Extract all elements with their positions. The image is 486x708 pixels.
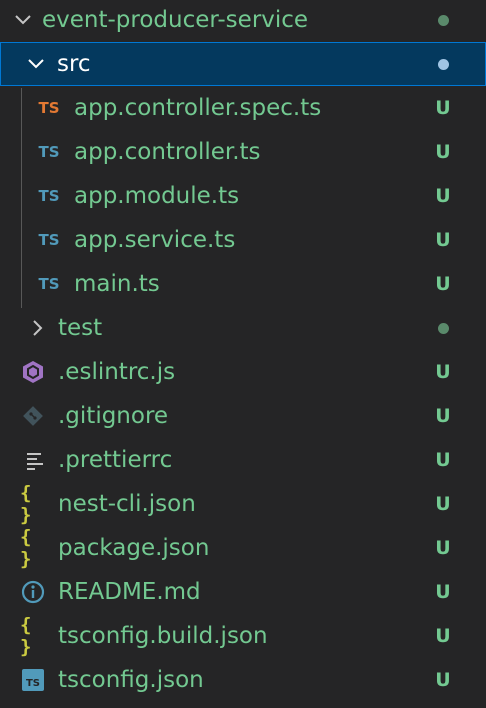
untracked-status: U bbox=[435, 581, 451, 603]
file-row[interactable]: .prettierrc U bbox=[0, 438, 486, 482]
file-row[interactable]: TS app.module.ts U bbox=[0, 174, 486, 218]
file-label: app.controller.ts bbox=[74, 139, 261, 165]
git-icon bbox=[20, 403, 46, 429]
json-braces-icon: { } bbox=[20, 526, 32, 570]
file-label: app.module.ts bbox=[74, 183, 240, 209]
folder-label-root: event-producer-service bbox=[42, 7, 309, 33]
file-label: main.ts bbox=[74, 271, 160, 297]
file-row[interactable]: { } package.json U bbox=[0, 526, 486, 570]
untracked-status: U bbox=[435, 229, 451, 251]
typescript-icon: TS bbox=[38, 275, 60, 293]
json-braces-icon: { } bbox=[20, 482, 32, 526]
modified-dot bbox=[438, 323, 449, 334]
untracked-status: U bbox=[435, 493, 451, 515]
typescript-icon: TS bbox=[38, 187, 60, 205]
file-label: .gitignore bbox=[58, 403, 169, 429]
file-label: tsconfig.build.json bbox=[58, 623, 268, 649]
file-label: .eslintrc.js bbox=[58, 359, 176, 385]
file-label: app.service.ts bbox=[74, 227, 236, 253]
file-row[interactable]: README.md U bbox=[0, 570, 486, 614]
file-label: .prettierrc bbox=[58, 447, 173, 473]
file-explorer-tree: event-producer-service src TS app.contro… bbox=[0, 0, 486, 708]
tsconfig-icon: TS bbox=[20, 667, 46, 693]
untracked-status: U bbox=[435, 141, 451, 163]
untracked-status: U bbox=[435, 537, 451, 559]
lines-icon bbox=[22, 447, 48, 473]
untracked-status: U bbox=[435, 405, 451, 427]
typescript-spec-icon: TS bbox=[38, 99, 60, 117]
chevron-down-icon[interactable] bbox=[26, 54, 46, 74]
file-row[interactable]: { } tsconfig.build.json U bbox=[0, 614, 486, 658]
chevron-down-icon[interactable] bbox=[13, 10, 33, 30]
file-row[interactable]: TS app.controller.spec.ts U bbox=[0, 86, 486, 130]
file-row[interactable]: TS app.controller.ts U bbox=[0, 130, 486, 174]
file-label: app.controller.spec.ts bbox=[74, 95, 322, 121]
file-label: package.json bbox=[58, 535, 210, 561]
folder-row-root[interactable]: event-producer-service bbox=[0, 0, 486, 42]
typescript-icon: TS bbox=[38, 231, 60, 249]
file-row[interactable]: .gitignore U bbox=[0, 394, 486, 438]
file-row[interactable]: TS tsconfig.json U bbox=[0, 658, 486, 702]
file-label: README.md bbox=[58, 579, 201, 605]
folder-label-src: src bbox=[57, 51, 91, 77]
file-row[interactable]: .eslintrc.js U bbox=[0, 350, 486, 394]
folder-label-test: test bbox=[58, 315, 103, 341]
typescript-icon: TS bbox=[38, 143, 60, 161]
info-icon bbox=[20, 579, 46, 605]
file-label: nest-cli.json bbox=[58, 491, 196, 517]
folder-row-test[interactable]: test bbox=[0, 306, 486, 350]
untracked-status: U bbox=[435, 449, 451, 471]
untracked-status: U bbox=[435, 97, 451, 119]
untracked-status: U bbox=[435, 273, 451, 295]
folder-row-src[interactable]: src bbox=[0, 42, 486, 86]
json-braces-icon: { } bbox=[20, 614, 32, 658]
untracked-status: U bbox=[435, 361, 451, 383]
file-row[interactable]: TS main.ts U bbox=[0, 262, 486, 306]
file-label: tsconfig.json bbox=[58, 667, 204, 693]
untracked-status: U bbox=[435, 669, 451, 691]
file-row[interactable]: { } nest-cli.json U bbox=[0, 482, 486, 526]
modified-dot bbox=[438, 15, 449, 26]
file-row[interactable]: TS app.service.ts U bbox=[0, 218, 486, 262]
chevron-right-icon[interactable] bbox=[28, 318, 48, 338]
modified-dot bbox=[438, 59, 449, 70]
eslint-icon bbox=[20, 359, 46, 385]
untracked-status: U bbox=[435, 625, 451, 647]
untracked-status: U bbox=[435, 185, 451, 207]
